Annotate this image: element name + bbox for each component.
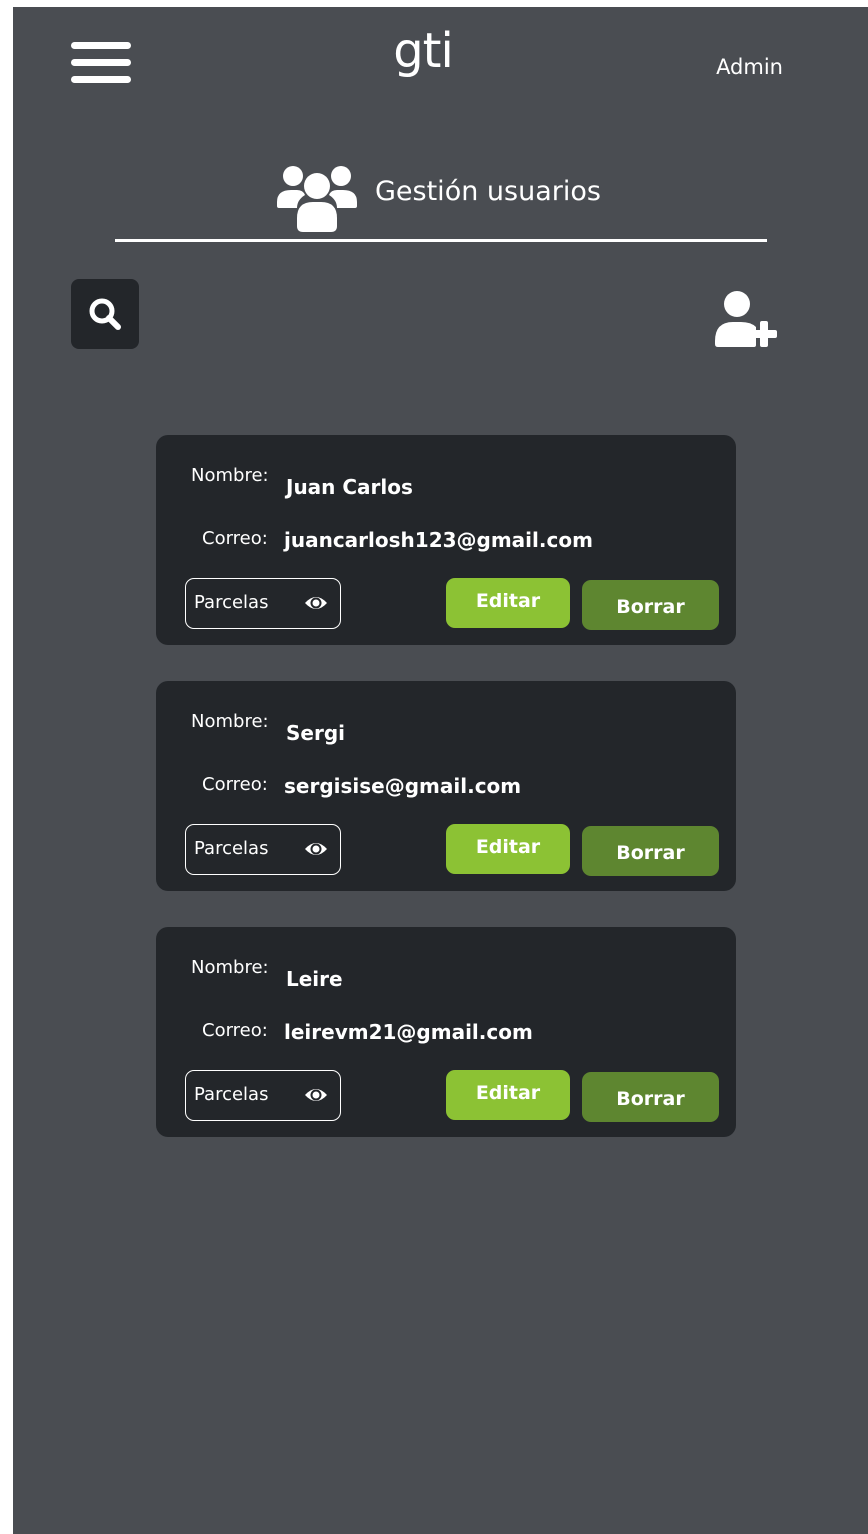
user-card: Nombre: Sergi Correo: sergisise@gmail.co… [156, 681, 736, 891]
app-logo: gti [393, 23, 454, 79]
users-group-icon [277, 166, 357, 232]
hamburger-menu-icon[interactable] [71, 42, 131, 86]
nombre-label: Nombre: [191, 957, 269, 978]
editar-button[interactable]: Editar [446, 578, 570, 628]
user-card: Nombre: Juan Carlos Correo: juancarlosh1… [156, 435, 736, 645]
search-icon [89, 298, 121, 330]
search-button[interactable] [71, 279, 139, 349]
nombre-value: Juan Carlos [286, 475, 413, 499]
nombre-label: Nombre: [191, 465, 269, 486]
correo-label: Correo: [202, 528, 268, 549]
app-screen: gti Admin Gestión usuarios Nombre: Juan [13, 7, 868, 1534]
page-title: Gestión usuarios [375, 176, 601, 207]
parcelas-button[interactable]: Parcelas [185, 824, 341, 875]
correo-label: Correo: [202, 1020, 268, 1041]
parcelas-button[interactable]: Parcelas [185, 578, 341, 629]
correo-value: juancarlosh123@gmail.com [284, 528, 593, 552]
nombre-label: Nombre: [191, 711, 269, 732]
parcelas-label: Parcelas [194, 592, 269, 613]
parcelas-label: Parcelas [194, 838, 269, 859]
editar-button[interactable]: Editar [446, 1070, 570, 1120]
correo-value: leirevm21@gmail.com [284, 1020, 533, 1044]
borrar-button[interactable]: Borrar [582, 580, 719, 630]
page-header: Gestión usuarios [115, 162, 767, 242]
user-card: Nombre: Leire Correo: leirevm21@gmail.co… [156, 927, 736, 1137]
correo-value: sergisise@gmail.com [284, 774, 522, 798]
eye-icon [305, 843, 327, 855]
parcelas-button[interactable]: Parcelas [185, 1070, 341, 1121]
parcelas-label: Parcelas [194, 1084, 269, 1105]
eye-icon [305, 1089, 327, 1101]
user-role-label[interactable]: Admin [653, 55, 783, 79]
add-user-button[interactable] [713, 289, 783, 349]
correo-label: Correo: [202, 774, 268, 795]
borrar-button[interactable]: Borrar [582, 826, 719, 876]
eye-icon [305, 597, 327, 609]
editar-button[interactable]: Editar [446, 824, 570, 874]
add-user-icon [715, 291, 777, 347]
nombre-value: Sergi [286, 721, 346, 745]
title-divider [115, 239, 767, 242]
borrar-button[interactable]: Borrar [582, 1072, 719, 1122]
nombre-value: Leire [286, 967, 343, 991]
